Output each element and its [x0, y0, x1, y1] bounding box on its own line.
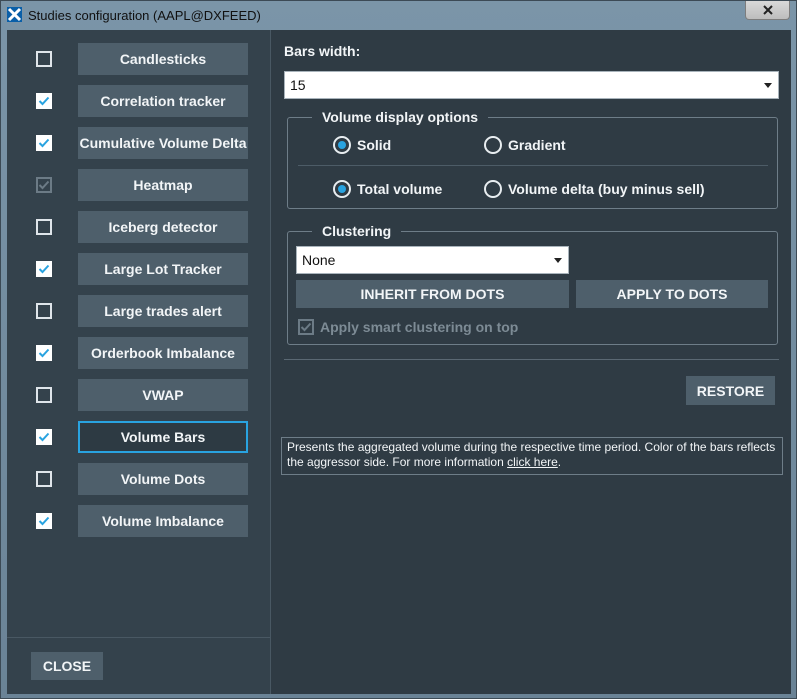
study-button-candlesticks[interactable]: Candlesticks: [78, 43, 248, 75]
bars-width-label: Bars width:: [284, 43, 361, 59]
study-row-large-lot-tracker: Large Lot Tracker: [7, 253, 271, 287]
chevron-down-icon: [554, 258, 562, 263]
app-logo-icon: [7, 7, 22, 22]
bars-width-select[interactable]: 15: [284, 71, 779, 99]
study-row-volume-bars: Volume Bars: [7, 421, 271, 455]
study-button-large-trades-alert[interactable]: Large trades alert: [78, 295, 248, 327]
total-volume-label: Total volume: [357, 181, 443, 197]
window-close-button[interactable]: [745, 1, 790, 20]
volume-display-group: Volume display options Solid Gradient To…: [287, 109, 778, 209]
clustering-value: None: [302, 252, 336, 268]
study-row-correlation-tracker: Correlation tracker: [7, 85, 271, 119]
window-title: Studies configuration (AAPL@DXFEED): [28, 8, 261, 23]
bars-width-value: 15: [290, 77, 306, 93]
solid-radio[interactable]: [333, 136, 351, 154]
volume-delta-radio[interactable]: [484, 180, 502, 198]
study-checkbox-heatmap[interactable]: [36, 177, 52, 193]
check-icon: [38, 264, 50, 274]
description-suffix: .: [557, 455, 562, 469]
study-button-vwap[interactable]: VWAP: [78, 379, 248, 411]
gradient-radio[interactable]: [484, 136, 502, 154]
study-button-orderbook-imbalance[interactable]: Orderbook Imbalance: [78, 337, 248, 369]
total-volume-radio[interactable]: [333, 180, 351, 198]
inherit-from-dots-button[interactable]: INHERIT FROM DOTS: [296, 280, 569, 308]
study-checkbox-large-lot-tracker[interactable]: [36, 261, 52, 277]
study-description: Presents the aggregated volume during th…: [281, 437, 783, 475]
study-button-cumulative-volume-delta[interactable]: Cumulative Volume Delta: [78, 127, 248, 159]
group-divider: [298, 165, 768, 166]
study-row-large-trades-alert: Large trades alert: [7, 295, 271, 329]
study-checkbox-iceberg-detector[interactable]: [36, 219, 52, 235]
study-row-volume-dots: Volume Dots: [7, 463, 271, 497]
study-checkbox-candlesticks[interactable]: [36, 51, 52, 67]
study-checkbox-cumulative-volume-delta[interactable]: [36, 135, 52, 151]
study-button-correlation-tracker[interactable]: Correlation tracker: [78, 85, 248, 117]
study-row-orderbook-imbalance: Orderbook Imbalance: [7, 337, 271, 371]
volume-delta-label: Volume delta (buy minus sell): [508, 181, 705, 197]
study-checkbox-correlation-tracker[interactable]: [36, 93, 52, 109]
check-icon: [300, 322, 312, 332]
close-button[interactable]: CLOSE: [31, 652, 103, 680]
title-bar[interactable]: Studies configuration (AAPL@DXFEED): [1, 1, 796, 29]
close-icon: [762, 5, 773, 15]
click-here-link[interactable]: click here: [507, 455, 558, 469]
study-checkbox-vwap[interactable]: [36, 387, 52, 403]
clustering-title: Clustering: [312, 223, 402, 239]
study-row-vwap: VWAP: [7, 379, 271, 413]
solid-label: Solid: [357, 137, 392, 153]
study-checkbox-volume-dots[interactable]: [36, 471, 52, 487]
smart-clustering-checkbox[interactable]: [298, 319, 314, 335]
section-divider: [284, 359, 779, 360]
check-icon: [38, 96, 50, 106]
restore-button[interactable]: RESTORE: [686, 376, 775, 405]
clustering-group: Clustering None INHERIT FROM DOTS APPLY …: [287, 223, 778, 345]
study-row-iceberg-detector: Iceberg detector: [7, 211, 271, 245]
study-row-candlesticks: Candlesticks: [7, 43, 271, 77]
volume-display-title: Volume display options: [312, 109, 489, 125]
chevron-down-icon: [764, 83, 772, 88]
studies-list-panel: Candlesticks Correlation tracker Cumulativ…: [7, 30, 271, 694]
study-checkbox-volume-imbalance[interactable]: [36, 513, 52, 529]
study-button-heatmap[interactable]: Heatmap: [78, 169, 248, 201]
footer-divider: [7, 637, 271, 638]
studies-configuration-window: Studies configuration (AAPL@DXFEED) Cand…: [0, 0, 797, 699]
study-button-volume-imbalance[interactable]: Volume Imbalance: [78, 505, 248, 537]
study-settings-panel: Bars width: 15 Volume display options So…: [272, 30, 791, 694]
study-button-large-lot-tracker[interactable]: Large Lot Tracker: [78, 253, 248, 285]
gradient-label: Gradient: [508, 137, 566, 153]
study-row-volume-imbalance: Volume Imbalance: [7, 505, 271, 539]
study-checkbox-large-trades-alert[interactable]: [36, 303, 52, 319]
study-button-iceberg-detector[interactable]: Iceberg detector: [78, 211, 248, 243]
check-icon: [38, 516, 50, 526]
dialog-body: Candlesticks Correlation tracker Cumulativ…: [7, 30, 791, 694]
smart-clustering-label: Apply smart clustering on top: [320, 319, 519, 335]
check-icon: [38, 348, 50, 358]
study-row-heatmap: Heatmap: [7, 169, 271, 203]
clustering-select[interactable]: None: [296, 246, 569, 274]
apply-to-dots-button[interactable]: APPLY TO DOTS: [576, 280, 768, 308]
check-icon: [38, 432, 50, 442]
check-icon: [38, 138, 50, 148]
study-button-volume-dots[interactable]: Volume Dots: [78, 463, 248, 495]
study-row-cumulative-volume-delta: Cumulative Volume Delta: [7, 127, 271, 161]
check-icon: [38, 180, 50, 190]
study-checkbox-volume-bars[interactable]: [36, 429, 52, 445]
study-checkbox-orderbook-imbalance[interactable]: [36, 345, 52, 361]
study-button-volume-bars[interactable]: Volume Bars: [78, 421, 248, 453]
